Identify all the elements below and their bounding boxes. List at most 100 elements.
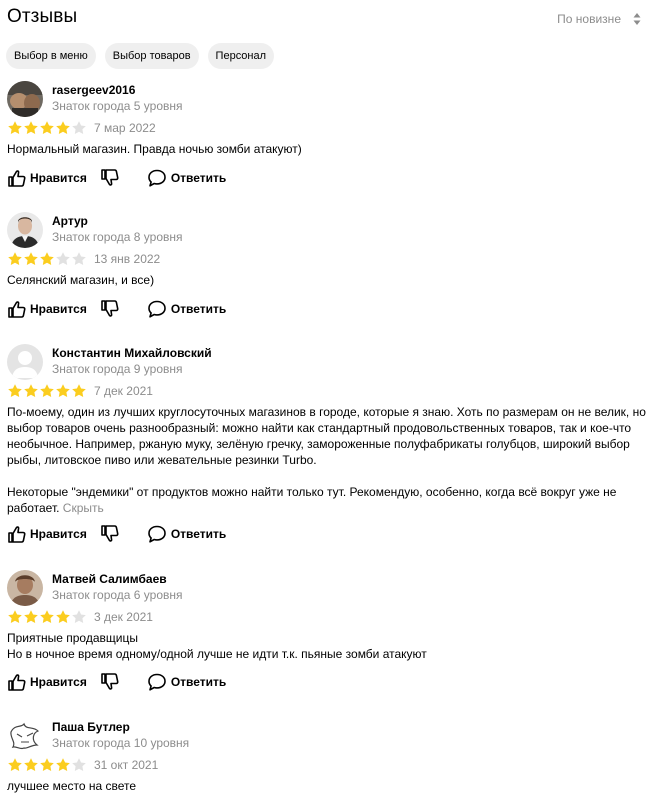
star-filled-icon xyxy=(40,121,54,134)
thumbs-down-icon xyxy=(101,525,119,542)
rating-row: 13 янв 2022 xyxy=(7,251,160,267)
star-filled-icon xyxy=(40,384,54,397)
chip-staff[interactable]: Персонал xyxy=(207,43,275,69)
star-filled-icon xyxy=(72,384,86,397)
review-card: Матвей Салимбаев Знаток города 6 уровня … xyxy=(7,570,653,697)
star-filled-icon xyxy=(24,252,38,265)
review-author[interactable]: Паша Бутлер xyxy=(52,720,130,734)
review-card: Паша Бутлер Знаток города 10 уровня 31 о… xyxy=(7,718,653,800)
chip-menu-choice[interactable]: Выбор в меню xyxy=(6,43,96,69)
thumbs-down-icon xyxy=(101,673,119,690)
star-filled-icon xyxy=(24,610,38,623)
like-button[interactable]: Нравится xyxy=(7,524,87,544)
reply-button[interactable]: Ответить xyxy=(147,299,226,319)
star-filled-icon xyxy=(8,384,22,397)
thumbs-down-icon xyxy=(101,300,119,317)
review-date: 7 дек 2021 xyxy=(94,384,153,398)
review-paragraph: Селянский магазин, и все) xyxy=(7,273,155,287)
review-date: 31 окт 2021 xyxy=(94,758,159,772)
star-filled-icon xyxy=(8,610,22,623)
sort-dropdown[interactable]: По новизне xyxy=(557,12,641,26)
reply-label: Ответить xyxy=(170,171,227,185)
rating-row: 3 дек 2021 xyxy=(7,609,153,625)
star-filled-icon xyxy=(8,252,22,265)
hide-text-link[interactable]: Скрыть xyxy=(63,501,104,515)
review-filter-chips: Выбор в меню Выбор товаров Персонал xyxy=(6,43,275,69)
star-empty-icon xyxy=(72,121,86,134)
reply-label: Ответить xyxy=(170,527,227,541)
review-date: 3 дек 2021 xyxy=(94,610,153,624)
thumbs-up-icon xyxy=(8,674,26,691)
comment-icon xyxy=(148,525,166,543)
star-filled-icon xyxy=(56,121,70,134)
avatar[interactable] xyxy=(7,570,43,606)
star-empty-icon xyxy=(72,610,86,623)
rating-stars xyxy=(7,120,87,136)
thumbs-up-icon xyxy=(8,170,26,187)
author-level: Знаток города 10 уровня xyxy=(52,736,190,750)
star-filled-icon xyxy=(56,758,70,771)
thumbs-up-icon xyxy=(8,526,26,543)
star-filled-icon xyxy=(56,610,70,623)
review-date: 13 янв 2022 xyxy=(94,252,161,266)
author-level: Знаток города 5 уровня xyxy=(52,99,183,113)
dislike-button[interactable] xyxy=(100,168,120,188)
reply-button[interactable]: Ответить xyxy=(147,524,226,544)
reply-label: Ответить xyxy=(170,302,227,316)
rating-stars xyxy=(7,383,87,399)
review-paragraph: Некоторые "эндемики" от продуктов можно … xyxy=(7,484,653,516)
avatar[interactable] xyxy=(7,344,43,380)
star-filled-icon xyxy=(56,384,70,397)
star-filled-icon xyxy=(24,758,38,771)
review-author[interactable]: Артур xyxy=(52,214,88,228)
dislike-button[interactable] xyxy=(100,299,120,319)
star-filled-icon xyxy=(8,758,22,771)
review-author[interactable]: Константин Михайловский xyxy=(52,346,212,360)
reply-button[interactable]: Ответить xyxy=(147,168,226,188)
reply-button[interactable]: Ответить xyxy=(147,672,226,692)
avatar[interactable] xyxy=(7,81,43,117)
thumbs-up-icon xyxy=(8,301,26,318)
like-button[interactable]: Нравится xyxy=(7,168,87,188)
sort-arrows-icon xyxy=(633,13,641,25)
star-filled-icon xyxy=(8,121,22,134)
author-level: Знаток города 6 уровня xyxy=(52,588,183,602)
star-empty-icon xyxy=(72,252,86,265)
avatar[interactable] xyxy=(7,718,43,754)
star-filled-icon xyxy=(40,610,54,623)
rating-stars xyxy=(7,251,87,267)
review-paragraph: Но в ночное время одному/одной лучше не … xyxy=(7,647,427,661)
like-button[interactable]: Нравится xyxy=(7,299,87,319)
rating-stars xyxy=(7,757,87,773)
review-text: Приятные продавщицы Но в ночное время од… xyxy=(7,630,653,662)
rating-stars xyxy=(7,609,87,625)
star-filled-icon xyxy=(40,758,54,771)
review-actions: Нравится Ответить xyxy=(7,524,226,544)
like-button[interactable]: Нравится xyxy=(7,672,87,692)
dislike-button[interactable] xyxy=(100,672,120,692)
author-level: Знаток города 9 уровня xyxy=(52,362,183,376)
star-empty-icon xyxy=(72,758,86,771)
reply-label: Ответить xyxy=(170,675,227,689)
review-author[interactable]: Матвей Салимбаев xyxy=(52,572,167,586)
comment-icon xyxy=(148,169,166,187)
review-actions: Нравится Ответить xyxy=(7,168,226,188)
review-card: Константин Михайловский Знаток города 9 … xyxy=(7,344,653,549)
review-text: Селянский магазин, и все) xyxy=(7,272,653,288)
reviews-header: Отзывы По новизне xyxy=(7,4,641,34)
like-label: Нравится xyxy=(30,171,87,185)
review-author[interactable]: rasergeev2016 xyxy=(52,83,135,97)
review-date: 7 мар 2022 xyxy=(94,121,156,135)
dislike-button[interactable] xyxy=(100,524,120,544)
avatar[interactable] xyxy=(7,212,43,248)
star-filled-icon xyxy=(24,384,38,397)
review-actions: Нравится Ответить xyxy=(7,299,226,319)
review-paragraph: лучшее место на свете xyxy=(7,779,137,793)
chip-goods-choice[interactable]: Выбор товаров xyxy=(104,43,199,69)
author-level: Знаток города 8 уровня xyxy=(52,230,183,244)
review-paragraph: Приятные продавщицы xyxy=(7,631,138,645)
review-text: лучшее место на свете xyxy=(7,778,653,794)
review-text: По-моему, один из лучших круглосуточных … xyxy=(7,404,653,516)
like-label: Нравится xyxy=(30,302,87,316)
rating-row: 31 окт 2021 xyxy=(7,757,158,773)
